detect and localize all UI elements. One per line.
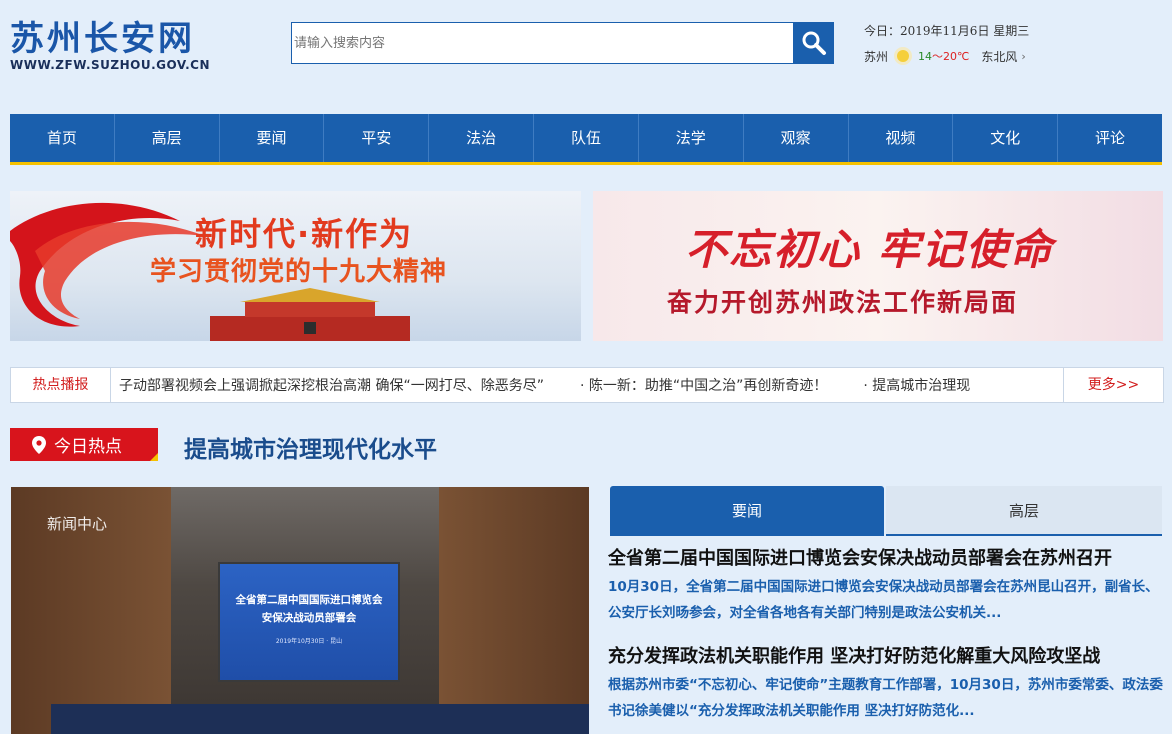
screen-line1: 全省第二届中国国际进口博览会: [235, 594, 383, 606]
banner-right-line1: 不忘初心 牢记使命: [685, 225, 1054, 274]
list-item: 充分发挥政法机关职能作用 坚决打好防范化解重大风险攻坚战 根据苏州市委“不忘初心…: [608, 642, 1164, 724]
nav-item-rule-of-law[interactable]: 法治: [429, 114, 535, 162]
today-hot-tag: 今日热点: [10, 428, 158, 461]
tag-corner: [150, 453, 158, 461]
tab-leadership[interactable]: 高层: [886, 486, 1162, 536]
nav-item-team[interactable]: 队伍: [534, 114, 639, 162]
banner-original-mission[interactable]: 不忘初心 牢记使命 奋力开创苏州政法工作新局面: [593, 191, 1163, 341]
nav-item-safety[interactable]: 平安: [324, 114, 430, 162]
ticker-item[interactable]: · 提高城市治理现: [863, 375, 970, 395]
date-text: 今日：2019年11月6日 星期三: [864, 24, 1030, 38]
logo-url: WWW.ZFW.SUZHOU.GOV.CN: [10, 58, 211, 72]
ticker-label: 热点播报: [11, 368, 111, 402]
date-weather: 今日：2019年11月6日 星期三 苏州 14～20℃ 东北风 ›: [864, 20, 1029, 70]
search-icon: [802, 31, 826, 55]
news-title[interactable]: 全省第二届中国国际进口博览会安保决战动员部署会在苏州召开: [608, 544, 1164, 574]
ticker-item[interactable]: 子动部署视频会上强调掀起深挖根治高潮 确保“一网打尽、除恶务尽”: [119, 375, 544, 395]
news-list: 全省第二届中国国际进口博览会安保决战动员部署会在苏州召开 10月30日，全省第二…: [608, 544, 1164, 734]
nav-item-video[interactable]: 视频: [849, 114, 954, 162]
nav-item-jurisprudence[interactable]: 法学: [639, 114, 744, 162]
weather-temp: 14～20℃: [918, 48, 969, 64]
banner-new-era[interactable]: 新时代·新作为 学习贯彻党的十九大精神: [10, 191, 581, 341]
photo-wall-right: [439, 487, 589, 734]
today-hot-title[interactable]: 提高城市治理现代化水平: [184, 430, 437, 464]
ticker-items: 子动部署视频会上强调掀起深挖根治高潮 确保“一网打尽、除恶务尽” · 陈一新：助…: [111, 368, 1063, 402]
logo-title: 苏州长安网: [10, 19, 195, 59]
screen-line2: 安保决战动员部署会: [261, 612, 357, 624]
news-tabs: 要闻 高层: [610, 486, 1162, 536]
search-bar: [291, 22, 834, 64]
photo-caption: 新闻中心: [47, 515, 108, 533]
nav-item-leadership[interactable]: 高层: [115, 114, 220, 162]
search-button[interactable]: [793, 22, 834, 64]
tiananmen-graphic: [210, 288, 410, 341]
nav-item-home[interactable]: 首页: [10, 114, 115, 162]
news-summary[interactable]: 根据苏州市委“不忘初心、牢记使命”主题教育工作部署，10月30日，苏州市委常委、…: [608, 672, 1164, 724]
main-nav: 首页 高层 要闻 平安 法治 队伍 法学 观察 视频 文化 评论: [10, 114, 1162, 165]
photo-podium: [51, 704, 589, 734]
site-logo[interactable]: 苏州长安网 WWW.ZFW.SUZHOU.GOV.CN: [10, 20, 230, 72]
weather-wind: 东北风: [981, 49, 1018, 64]
search-input[interactable]: [291, 22, 793, 64]
nav-item-news[interactable]: 要闻: [220, 114, 325, 162]
sun-icon: [894, 47, 913, 65]
ticker-more-link[interactable]: 更多>>: [1063, 368, 1163, 402]
list-item: 全省第二届中国国际进口博览会安保决战动员部署会在苏州召开 10月30日，全省第二…: [608, 544, 1164, 626]
nav-item-observation[interactable]: 观察: [744, 114, 849, 162]
temp-high: 20: [943, 50, 958, 63]
screen-line3: 2019年10月30日 · 昆山: [275, 638, 343, 645]
news-photo[interactable]: 新闻中心 全省第二届中国国际进口博览会 安保决战动员部署会 2019年10月30…: [11, 487, 589, 734]
temp-low: 14: [918, 50, 933, 63]
news-summary[interactable]: 10月30日，全省第二届中国国际进口博览会安保决战动员部署会在苏州昆山召开，副省…: [608, 574, 1164, 626]
chevron-right-icon: ›: [1021, 49, 1026, 63]
weather-city: 苏州: [864, 49, 889, 64]
banner-left-line1: 新时代·新作为: [195, 215, 414, 253]
nav-item-culture[interactable]: 文化: [953, 114, 1059, 162]
temp-unit: ℃: [957, 50, 970, 63]
today-hot-label: 今日热点: [54, 437, 122, 457]
news-title[interactable]: 充分发挥政法机关职能作用 坚决打好防范化解重大风险攻坚战: [608, 642, 1164, 672]
location-pin-icon: [32, 435, 46, 454]
ticker-item[interactable]: · 陈一新：助推“中国之治”再创新奇迹！: [580, 375, 827, 395]
temp-separator: ～: [932, 50, 944, 63]
weather-widget[interactable]: 苏州 14～20℃ 东北风 ›: [864, 42, 1029, 70]
tab-news[interactable]: 要闻: [610, 486, 884, 536]
banner-left-line2: 学习贯彻党的十九大精神: [150, 257, 448, 287]
nav-item-commentary[interactable]: 评论: [1058, 114, 1162, 162]
photo-screen: 全省第二届中国国际进口博览会 安保决战动员部署会 2019年10月30日 · 昆…: [218, 562, 400, 682]
hot-news-ticker: 热点播报 子动部署视频会上强调掀起深挖根治高潮 确保“一网打尽、除恶务尽” · …: [10, 367, 1164, 403]
banner-right-line2: 奋力开创苏州政法工作新局面: [667, 288, 1019, 317]
